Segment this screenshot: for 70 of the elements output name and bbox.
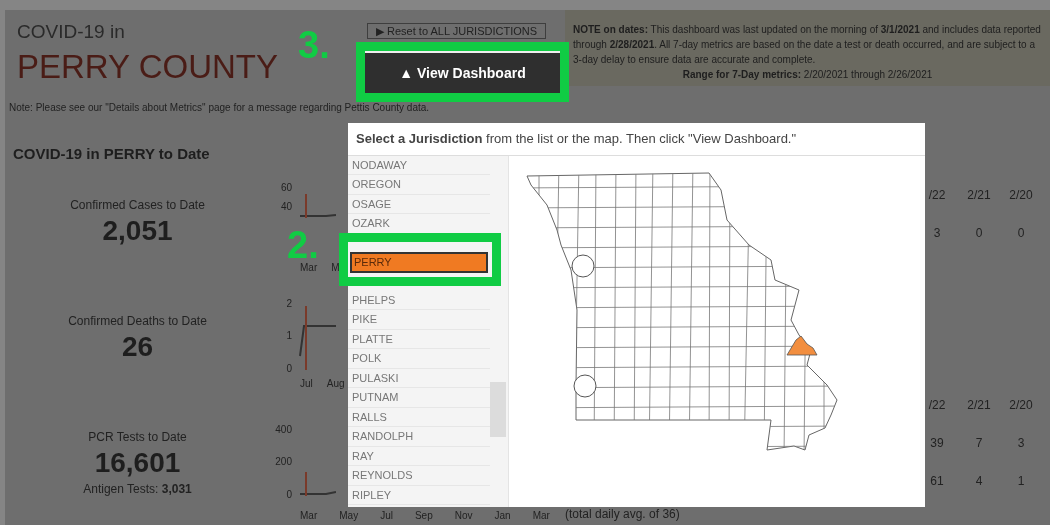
column-header: /22 xyxy=(927,186,947,204)
table-cell-text: 61 xyxy=(929,472,945,490)
column-header: 2/20 xyxy=(1008,186,1034,204)
picker-instruction: Select a Jurisdiction from the list or the map. Then click "View Dashboard." xyxy=(355,130,798,148)
axis-tick-label: 0 xyxy=(285,487,292,502)
metric-value: 26 xyxy=(121,329,154,364)
table-cell-text: 3 xyxy=(932,224,942,242)
county-title: PERRY COUNTY xyxy=(17,46,278,87)
table-cell-text: 0 xyxy=(1016,224,1026,242)
jurisdiction-list-item[interactable]: RIPLEY xyxy=(348,485,490,505)
axis-tick-label: Jan xyxy=(494,508,511,523)
axis-tick-label: Jul xyxy=(300,376,313,391)
subtitle: COVID-19 in xyxy=(17,20,125,44)
axis-tick-label: Mar xyxy=(300,508,318,523)
axis-tick-label: 400 xyxy=(274,422,292,437)
metrics-note: Note: Please see our "Details about Metrics" page for a message regarding Pettis County data. xyxy=(8,101,430,115)
jurisdiction-list-item[interactable]: POLK xyxy=(348,349,490,369)
jurisdiction-list-item[interactable]: PULASKI xyxy=(348,368,490,388)
metric-label: Confirmed Deaths to Date xyxy=(68,312,207,330)
table-cell-text: 3 xyxy=(1016,434,1026,452)
table-cell-text: 4 xyxy=(974,472,984,490)
metric-label: Confirmed Cases to Date xyxy=(70,196,205,214)
axis-tick-label: May xyxy=(339,508,359,523)
axis-tick-label: 1 xyxy=(285,329,292,343)
axis-tick-label: Jul xyxy=(380,508,393,523)
jurisdiction-list-item[interactable]: NODAWAY xyxy=(348,155,490,175)
column-header: 2/21 xyxy=(966,396,992,414)
axis-tick-label: 2 xyxy=(285,296,292,311)
axis-tick-label: Sep xyxy=(414,508,433,523)
column-header: /22 xyxy=(927,396,947,414)
jurisdiction-list-item[interactable]: PHELPS xyxy=(348,290,490,310)
trend-line-drawing xyxy=(299,192,336,219)
axis-tick-label: 0 xyxy=(285,361,292,376)
column-header: 2/21 xyxy=(966,186,992,204)
axis-tick-label: 200 xyxy=(274,455,292,469)
jurisdiction-list-item[interactable]: OZARK xyxy=(348,214,490,234)
county-map-drawing[interactable] xyxy=(526,172,838,450)
jurisdiction-list-item[interactable]: PLATTE xyxy=(348,329,490,349)
table-cell-text: 39 xyxy=(929,434,945,452)
jurisdiction-list-item[interactable]: OSAGE xyxy=(348,194,490,214)
date-note: NOTE on dates: This dashboard was last updated on the morning of 3/1/2021 and includes data reported through 2/28/2021. All 7-day metrics are based on the date a test or death occurred, and are subject to a 3-day delay to ensure data are accurate and complete. xyxy=(573,23,1042,67)
jurisdiction-list-item[interactable]: PIKE xyxy=(348,310,490,330)
jurisdiction-list-item[interactable]: PERRY xyxy=(350,251,488,273)
jurisdiction-list-item[interactable]: RANDOLPH xyxy=(348,427,490,447)
scrollbar-thumb[interactable] xyxy=(490,381,506,437)
jurisdiction-list-item[interactable]: OREGON xyxy=(348,175,490,195)
jurisdiction-list-item[interactable]: RAY xyxy=(348,446,490,466)
axis-tick-label: Nov xyxy=(454,508,473,523)
axis-tick-label: 40 xyxy=(279,199,292,214)
axis-tick-label: Aug xyxy=(326,376,345,391)
trend-line-drawing xyxy=(299,470,336,497)
section-title: COVID-19 in PERRY to Date xyxy=(13,144,210,164)
axis-tick-label: Mar xyxy=(532,508,550,523)
metric-value: 16,601 xyxy=(94,445,181,480)
reset-button[interactable]: ▶ Reset to ALL JURISDICTIONS xyxy=(367,23,547,39)
metric-value: 2,051 xyxy=(102,213,173,248)
axis-tick-label: 60 xyxy=(279,180,292,195)
table-cell-text: 7 xyxy=(974,434,984,452)
column-header: 2/20 xyxy=(1008,396,1034,414)
metric-subtext: Antigen Tests: 3,031 xyxy=(83,480,192,498)
metric-label: PCR Tests to Date xyxy=(88,428,187,446)
date-range: Range for 7-Day metrics: 2/20/2021 through 2/26/2021 xyxy=(681,68,934,82)
step-number: 3. xyxy=(298,26,330,64)
footnote: (total daily avg. of 36) xyxy=(565,506,680,523)
table-cell-text: 0 xyxy=(974,224,984,242)
trend-line-drawing xyxy=(299,304,336,371)
axis-tick-label: M xyxy=(331,260,340,275)
view-dashboard-button[interactable]: ▲ View Dashboard xyxy=(365,51,560,93)
table-cell-text: 1 xyxy=(1016,472,1026,490)
jurisdiction-list-item[interactable]: REYNOLDS xyxy=(348,466,490,486)
